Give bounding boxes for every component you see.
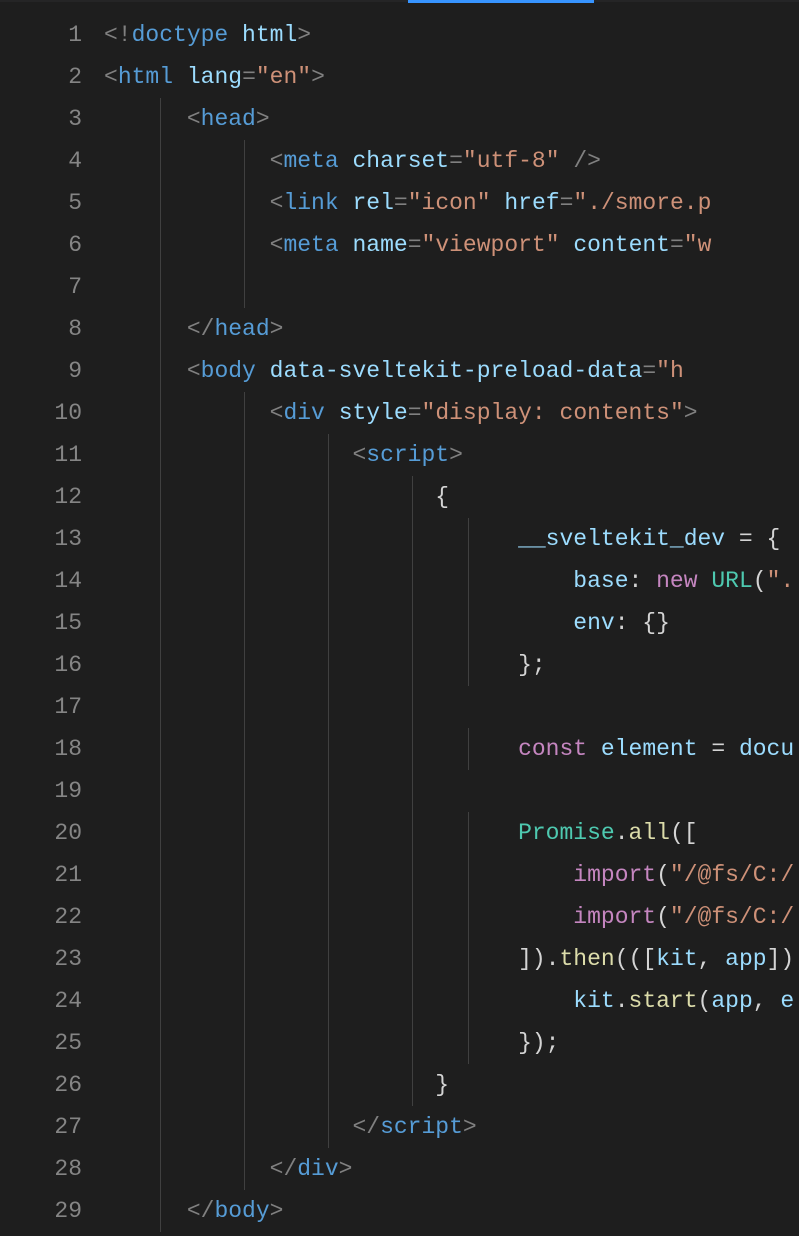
code-line[interactable]: <meta charset="utf-8" /> <box>104 140 799 182</box>
code-line[interactable]: </head> <box>104 308 799 350</box>
line-number: 12 <box>0 476 82 518</box>
code-line[interactable]: <head> <box>104 98 799 140</box>
code-line[interactable]: </body> <box>104 1190 799 1232</box>
line-number: 22 <box>0 896 82 938</box>
line-number: 8 <box>0 308 82 350</box>
line-number: 6 <box>0 224 82 266</box>
code-line[interactable]: <html lang="en"> <box>104 56 799 98</box>
line-number: 11 <box>0 434 82 476</box>
code-area[interactable]: <!doctype html><html lang="en"> <head> <… <box>104 14 799 1236</box>
line-number: 24 <box>0 980 82 1022</box>
code-line[interactable]: env: {} <box>104 602 799 644</box>
code-line[interactable]: ]).then(([kit, app]) <box>104 938 799 980</box>
code-line[interactable]: }); <box>104 1022 799 1064</box>
line-number: 9 <box>0 350 82 392</box>
code-line[interactable]: <script> <box>104 434 799 476</box>
code-line[interactable]: } <box>104 1064 799 1106</box>
line-number: 20 <box>0 812 82 854</box>
editor-top-border <box>0 0 799 2</box>
line-number: 25 <box>0 1022 82 1064</box>
code-line[interactable]: <body data-sveltekit-preload-data="h <box>104 350 799 392</box>
code-line[interactable]: <meta name="viewport" content="w <box>104 224 799 266</box>
line-number: 18 <box>0 728 82 770</box>
code-line[interactable]: <!doctype html> <box>104 14 799 56</box>
line-number: 17 <box>0 686 82 728</box>
code-line[interactable]: const element = docu <box>104 728 799 770</box>
line-number: 26 <box>0 1064 82 1106</box>
code-line[interactable]: </div> <box>104 1148 799 1190</box>
line-number: 28 <box>0 1148 82 1190</box>
code-line[interactable]: <div style="display: contents"> <box>104 392 799 434</box>
active-tab-indicator <box>408 0 594 3</box>
line-number: 16 <box>0 644 82 686</box>
code-line[interactable] <box>104 770 799 812</box>
code-line[interactable]: base: new URL(". <box>104 560 799 602</box>
line-number: 23 <box>0 938 82 980</box>
code-line[interactable] <box>104 686 799 728</box>
code-line[interactable]: import("/@fs/C:/ <box>104 854 799 896</box>
line-number: 13 <box>0 518 82 560</box>
line-number: 1 <box>0 14 82 56</box>
code-line[interactable]: kit.start(app, e <box>104 980 799 1022</box>
line-number: 10 <box>0 392 82 434</box>
code-editor[interactable]: 1234567891011121314151617181920212223242… <box>0 0 799 1236</box>
line-number: 14 <box>0 560 82 602</box>
code-line[interactable]: <link rel="icon" href="./smore.p <box>104 182 799 224</box>
line-number: 29 <box>0 1190 82 1232</box>
line-number: 19 <box>0 770 82 812</box>
code-line[interactable]: { <box>104 476 799 518</box>
code-line[interactable]: __sveltekit_dev = { <box>104 518 799 560</box>
line-number-gutter: 1234567891011121314151617181920212223242… <box>0 14 104 1236</box>
code-line[interactable]: import("/@fs/C:/ <box>104 896 799 938</box>
line-number: 21 <box>0 854 82 896</box>
line-number: 2 <box>0 56 82 98</box>
code-line[interactable]: Promise.all([ <box>104 812 799 854</box>
code-line[interactable]: </script> <box>104 1106 799 1148</box>
line-number: 5 <box>0 182 82 224</box>
line-number: 27 <box>0 1106 82 1148</box>
line-number: 4 <box>0 140 82 182</box>
code-line[interactable]: }; <box>104 644 799 686</box>
code-line[interactable] <box>104 266 799 308</box>
line-number: 7 <box>0 266 82 308</box>
line-number: 15 <box>0 602 82 644</box>
line-number: 3 <box>0 98 82 140</box>
